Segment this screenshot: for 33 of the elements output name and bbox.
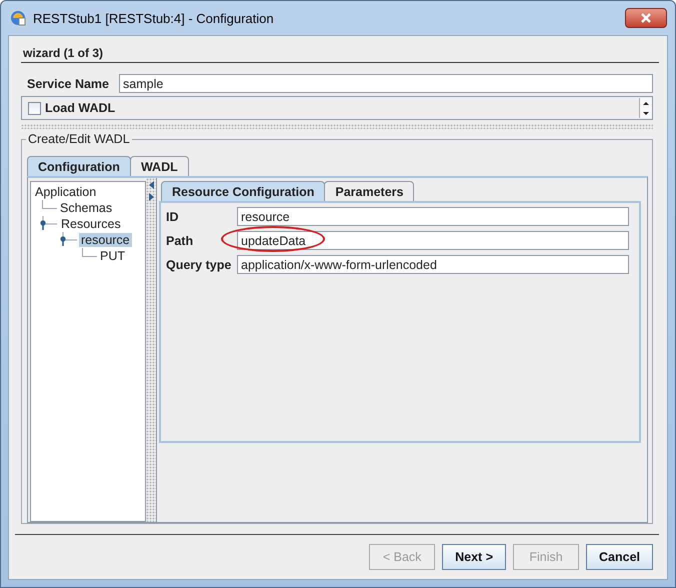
close-icon — [640, 13, 652, 23]
field-label: Path — [166, 234, 194, 248]
field-label: ID — [166, 210, 180, 224]
wizard-title: wizard (1 of 3) — [21, 36, 659, 63]
tree-item[interactable]: Schemas — [58, 201, 114, 215]
service-name-field[interactable]: sample — [119, 74, 653, 93]
wizard-button[interactable]: Next > — [442, 544, 506, 570]
checkbox[interactable] — [28, 102, 41, 114]
app-icon — [9, 9, 27, 27]
field-label: Service Name — [27, 76, 110, 90]
window-title: RESTStub1 [RESTStub:4] - Configuration — [33, 10, 275, 26]
tree-connector-icon — [42, 200, 57, 209]
input-field[interactable]: updateData — [237, 231, 629, 250]
tab[interactable]: Parameters — [324, 181, 414, 201]
tree-item[interactable]: PUT — [98, 249, 127, 263]
tab[interactable]: WADL — [130, 156, 189, 176]
group-title: Create/Edit WADL — [26, 132, 132, 146]
tree-item[interactable]: Application — [33, 185, 98, 199]
close-button[interactable] — [625, 8, 667, 28]
tree-item[interactable]: resource — [79, 233, 132, 247]
tree-item[interactable]: Resources — [59, 217, 123, 231]
tab[interactable]: Configuration — [27, 156, 131, 176]
checkbox-label: Load WADL — [45, 101, 116, 115]
spinner-icon[interactable] — [639, 98, 652, 118]
collapse-arrows-icon — [148, 180, 154, 202]
tree-connector-icon — [82, 248, 97, 257]
expand-knob-icon — [59, 232, 79, 248]
field-label: Query type — [166, 258, 232, 272]
wizard-button[interactable]: Cancel — [586, 544, 653, 570]
tab[interactable]: Resource Configuration — [161, 181, 326, 201]
expand-knob-icon — [39, 216, 59, 232]
input-field[interactable]: resource — [237, 207, 629, 226]
input-field[interactable]: application/x-www-form-urlencoded — [237, 255, 629, 274]
